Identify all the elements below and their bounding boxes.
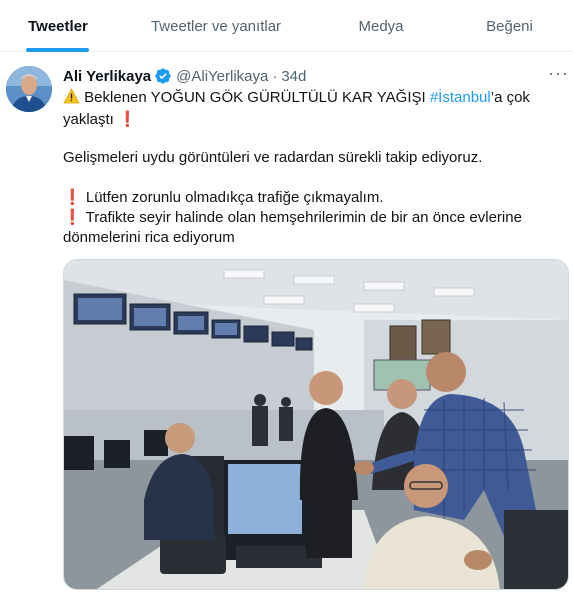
tab-tweets-label: Tweetler: [28, 17, 88, 35]
tweet-text-paragraph-3b: ❗ Trafikte seyir halinde olan hemşehrile…: [63, 208, 533, 228]
active-tab-indicator: [26, 48, 89, 52]
verified-badge-icon: [154, 67, 172, 85]
tweet-text-paragraph-3c: dönmelerini rica ediyorum: [63, 229, 235, 246]
hashtag-link[interactable]: #İstanbul: [430, 89, 491, 106]
tab-tweets-and-replies[interactable]: Tweetler ve yanıtlar: [116, 0, 316, 52]
red-exclamation-icon: ❗: [118, 111, 137, 128]
tweet-line1-text: Beklenen YOĞUN GÖK GÜRÜLTÜLÜ KAR YAĞIŞI: [84, 89, 430, 106]
tab-tweets[interactable]: Tweetler: [0, 0, 116, 52]
tab-media-label: Medya: [358, 17, 404, 35]
red-exclamation-icon: ❗: [63, 209, 82, 226]
tweet-time[interactable]: 34d: [281, 68, 306, 85]
separator-dot: ·: [272, 67, 278, 85]
tab-media[interactable]: Medya: [316, 0, 446, 52]
tweet-line1-suffix: ’a çok: [490, 89, 530, 106]
tweet-text-paragraph-2: Gelişmeleri uydu görüntüleri ve radardan…: [63, 149, 483, 166]
tab-tweets-and-replies-label: Tweetler ve yanıtlar: [150, 17, 282, 35]
tweet-text-paragraph-3a: ❗ Lütfen zorunlu olmadıkça trafiğe çıkma…: [63, 188, 533, 208]
profile-tabs: Tweetler Tweetler ve yanıtlar Medya Beğe…: [0, 0, 573, 52]
warning-icon: [63, 88, 80, 110]
avatar[interactable]: [6, 66, 52, 112]
tab-likes[interactable]: Beğeni: [446, 0, 573, 52]
tweet-photo[interactable]: [63, 259, 569, 590]
control-room-photo: [64, 260, 568, 589]
author-name[interactable]: Ali Yerlikaya: [63, 68, 151, 85]
tweet-line2-text: yaklaştı: [63, 111, 114, 128]
tab-likes-label: Beğeni: [486, 17, 533, 35]
avatar-image: [6, 66, 52, 112]
author-handle[interactable]: @AliYerlikaya: [176, 68, 268, 85]
more-dots-icon[interactable]: ···: [548, 64, 568, 86]
tweet-header: Ali Yerlikaya @AliYerlikaya · 34d: [63, 66, 306, 86]
tweet-text-paragraph-1: Beklenen YOĞUN GÖK GÜRÜLTÜLÜ KAR YAĞIŞI …: [63, 88, 533, 130]
tweet-para3a-text: Lütfen zorunlu olmadıkça trafiğe çıkmaya…: [85, 189, 384, 206]
red-exclamation-icon: ❗: [63, 189, 82, 206]
tweet-para3b-text: Trafikte seyir halinde olan hemşehrileri…: [85, 209, 522, 226]
